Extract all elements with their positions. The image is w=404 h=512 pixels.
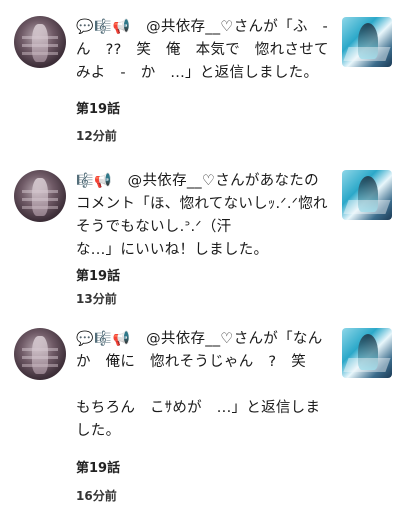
chapter-label: 第19話: [76, 102, 121, 117]
message-line: コメント「ほ、惚れてないしｯ.ᐟ.ᐟ惚れ: [76, 196, 328, 212]
chapter-label: 第19話: [76, 461, 121, 476]
message-line: @共依存__♡さんがあなたの: [112, 173, 319, 189]
notification-message: 💬🎼📢 @共依存__♡さんが「なん か 俺に 惚れそうじゃん ? 笑 もちろん …: [76, 328, 334, 443]
notification-message: 🎼📢 @共依存__♡さんがあなたの コメント「ほ、惚れてないしｯ.ᐟ.ᐟ惚れ そ…: [76, 170, 334, 262]
user-avatar[interactable]: [14, 328, 66, 380]
message-line: みよ - か ...」と返信しました。: [76, 65, 319, 81]
timestamp: 16分前: [76, 489, 117, 503]
message-line: か 俺に 惚れそうじゃん ? 笑: [76, 354, 306, 370]
notification-type-icons: 💬🎼📢: [76, 331, 132, 347]
message-line: [76, 377, 81, 393]
message-line: ん ?? 笑 俺 本気で 惚れさせて: [76, 42, 329, 58]
story-thumbnail[interactable]: [342, 17, 392, 67]
user-avatar[interactable]: [14, 16, 66, 68]
story-thumbnail[interactable]: [342, 328, 392, 378]
timestamp: 12分前: [76, 129, 117, 143]
message-line: @共依存__♡さんが「なん: [131, 331, 323, 347]
notification-type-icons: 🎼📢: [76, 173, 113, 189]
message-line: した。: [76, 423, 121, 439]
notification-message: 💬🎼📢 @共依存__♡さんが「ふ - ん ?? 笑 俺 本気で 惚れさせて みよ…: [76, 16, 334, 85]
timestamp: 13分前: [76, 292, 117, 306]
message-line: もちろん こｻめが ...」と返信しま: [76, 400, 321, 416]
message-line: な...」にいいね！しました。: [76, 242, 269, 258]
story-thumbnail[interactable]: [342, 170, 392, 220]
chapter-label: 第19話: [76, 269, 121, 284]
message-line: @共依存__♡さんが「ふ -: [131, 19, 329, 35]
notification-type-icons: 💬🎼📢: [76, 19, 132, 35]
user-avatar[interactable]: [14, 170, 66, 222]
message-line: そうでもないし.ᐣ.ᐟ（汗: [76, 219, 232, 235]
